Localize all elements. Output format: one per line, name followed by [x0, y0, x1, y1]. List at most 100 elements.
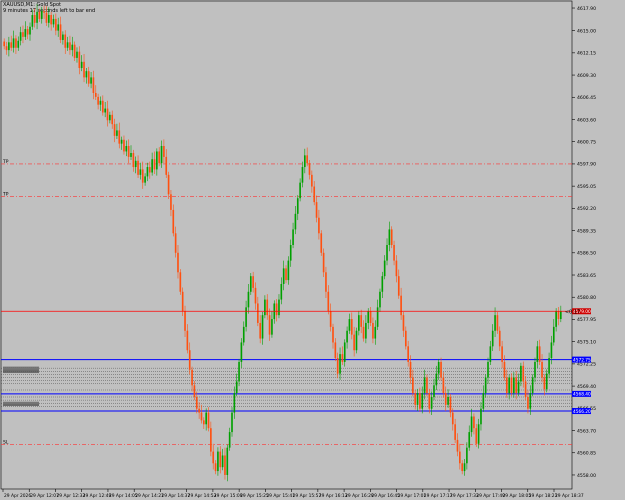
bear-candle — [174, 233, 177, 253]
bear-candle — [461, 463, 464, 472]
bear-candle — [451, 412, 454, 425]
bull-candle — [365, 322, 367, 339]
bear-candle — [311, 174, 313, 187]
price-tick-label: 4615.00 — [577, 28, 596, 34]
chart-window[interactable]: XAUUSD,M1: Gold Spot 9 minutes 17 second… — [0, 0, 625, 500]
bear-candle — [503, 361, 506, 378]
price-tick-label: 4586.50 — [577, 251, 596, 257]
bull-candle — [71, 44, 74, 51]
sl-line-label: SL — [3, 440, 9, 446]
bear-candle — [332, 326, 334, 343]
bear-candle — [83, 61, 85, 78]
bull-candle — [130, 153, 132, 157]
bear-candle — [327, 291, 330, 312]
bear-candle — [473, 416, 475, 429]
bull-candle — [555, 311, 557, 327]
bear-candle — [167, 174, 170, 195]
bear-candle — [329, 311, 332, 327]
tp-line-2-label: TP — [2, 192, 9, 198]
bear-candle — [369, 311, 372, 323]
bear-candle — [414, 393, 417, 405]
time-tick-label: 29 Apr 17:17 — [424, 493, 453, 499]
bull-candle — [90, 77, 92, 84]
bull-candle — [388, 229, 391, 245]
bear-candle — [92, 77, 95, 93]
bear-candle — [318, 217, 320, 234]
bear-candle — [97, 96, 99, 105]
bull-candle — [303, 155, 306, 168]
bear-candle — [325, 272, 327, 292]
bear-candle — [306, 155, 308, 164]
price-chart[interactable]: 4617.90 4615.00 4612.15 4609.30 4606.45 4603.… — [0, 0, 625, 500]
bull-candle — [379, 291, 381, 308]
bull-candle — [52, 18, 55, 25]
bear-candle — [442, 377, 445, 394]
bear-candle — [141, 169, 144, 183]
bear-candle — [527, 397, 529, 409]
bull-candle — [470, 416, 473, 433]
bull-candle — [548, 358, 550, 374]
bear-candle — [522, 365, 525, 382]
bear-candle — [69, 42, 71, 51]
order-label-block — [3, 371, 39, 372]
bull-candle — [24, 29, 27, 37]
bear-candle — [543, 377, 546, 390]
bear-candle — [498, 330, 501, 347]
bear-candle — [137, 160, 139, 175]
bear-candle — [106, 108, 109, 121]
price-tick-label: 4595.05 — [577, 184, 596, 190]
bull-candle — [367, 311, 370, 323]
bull-candle — [233, 393, 236, 413]
bear-candle — [444, 393, 447, 405]
bear-candle — [395, 260, 398, 277]
bull-candle — [437, 361, 440, 374]
price-tick-label: 4606.45 — [577, 95, 596, 101]
time-tick-label: 29 Apr 16:45 — [371, 493, 400, 499]
price-tick-label: 4597.90 — [577, 162, 596, 168]
bull-candle — [80, 61, 83, 69]
bear-candle — [207, 412, 210, 429]
bull-candle — [144, 176, 146, 183]
bear-candle — [308, 163, 311, 175]
bull-candle — [116, 130, 118, 136]
bull-candle — [125, 145, 128, 152]
bear-candle — [505, 377, 508, 394]
bull-candle — [156, 151, 158, 170]
bull-candle — [249, 276, 252, 292]
bull-candle — [508, 377, 510, 394]
time-tick-label: 29 Apr 18:05 — [503, 493, 532, 499]
bear-candle — [538, 346, 541, 362]
bull-candle — [343, 342, 346, 362]
bull-candle — [430, 397, 433, 409]
bear-candle — [524, 381, 527, 398]
bull-candle — [278, 299, 280, 316]
bear-candle — [200, 412, 203, 421]
bull-candle — [282, 268, 285, 284]
bear-candle — [407, 346, 409, 362]
bull-candle — [40, 11, 43, 19]
price-tick-label: 4558.00 — [577, 473, 596, 479]
time-tick-label: 29 Apr 12:33 — [56, 493, 85, 499]
bear-candle — [87, 71, 90, 84]
bull-candle — [296, 198, 299, 214]
bear-candle — [313, 186, 316, 203]
bull-candle — [466, 447, 468, 464]
bull-candle — [531, 377, 534, 394]
bear-candle — [390, 229, 393, 245]
bear-candle — [3, 41, 5, 47]
bull-candle — [348, 319, 351, 331]
order-label-block — [3, 370, 39, 371]
bull-candle — [484, 377, 487, 394]
bear-candle — [55, 18, 57, 31]
bull-candle — [99, 100, 102, 105]
bull-candle — [261, 315, 264, 339]
bear-candle — [214, 463, 217, 472]
price-tick-label: 4580.80 — [577, 295, 596, 301]
bear-candle — [78, 51, 81, 69]
bear-candle — [177, 252, 179, 273]
bull-candle — [217, 451, 219, 472]
bull-candle — [494, 315, 496, 331]
bull-candle — [36, 11, 38, 23]
bull-candle — [120, 139, 123, 144]
price-tick-label: 4617.90 — [577, 6, 596, 12]
